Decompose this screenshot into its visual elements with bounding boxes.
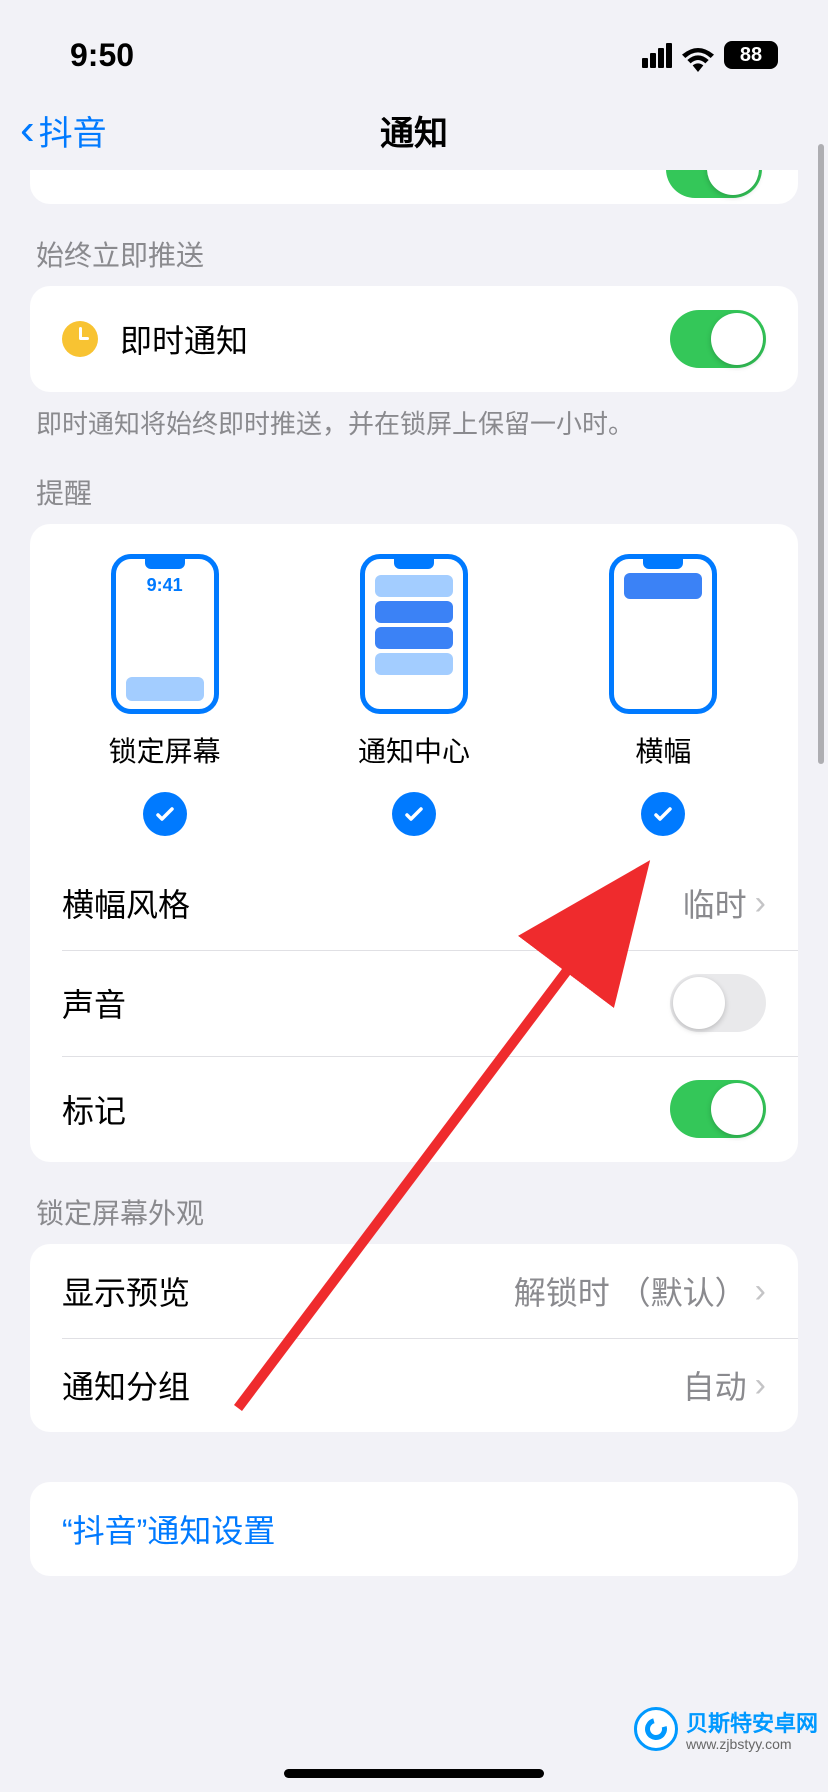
checkmark-icon [143,792,187,836]
chevron-right-icon: › [755,884,766,923]
alert-label: 通知中心 [358,730,470,770]
badges-row[interactable]: 标记 [30,1056,798,1162]
back-button[interactable]: ‹ 抖音 [20,105,107,155]
status-time: 9:50 [70,37,134,74]
nav-bar: ‹ 抖音 通知 [0,90,828,170]
app-notification-settings-row[interactable]: “抖音”通知设置 [30,1482,798,1576]
chevron-right-icon: › [755,1272,766,1311]
chevron-left-icon: ‹ [20,105,35,155]
allow-notifications-card-partial [30,170,798,204]
app-settings-card: “抖音”通知设置 [30,1482,798,1576]
watermark: 贝斯特安卓网 www.zjbstyy.com [634,1706,818,1752]
notification-grouping-row[interactable]: 通知分组 自动 › [30,1338,798,1432]
banner-style-row[interactable]: 横幅风格 临时 › [30,856,798,950]
watermark-brand: 贝斯特安卓网 [686,1706,818,1738]
watermark-logo-icon [634,1707,678,1751]
sound-toggle[interactable] [670,974,766,1032]
alert-option-banners[interactable]: 横幅 [540,554,787,836]
battery-icon: 88 [724,41,778,69]
app-settings-label: “抖音”通知设置 [62,1506,766,1552]
sound-row[interactable]: 声音 [30,950,798,1056]
lock-appearance-card: 显示预览 解锁时 （默认） › 通知分组 自动 › [30,1244,798,1432]
grouping-label: 通知分组 [62,1362,683,1408]
alert-label: 横幅 [635,730,691,770]
cellular-signal-icon [642,43,672,68]
alert-option-lock-screen[interactable]: 9:41 锁定屏幕 [41,554,288,836]
banner-preview-icon [609,554,717,714]
alerts-card: 9:41 锁定屏幕 通知中心 [30,524,798,1162]
clock-icon [62,321,98,357]
instant-toggle[interactable] [670,310,766,368]
back-label: 抖音 [39,106,107,155]
show-previews-value: 解锁时 （默认） [514,1268,747,1314]
grouping-value: 自动 [683,1362,747,1408]
instant-footer: 即时通知将始终即时推送，并在锁屏上保留一小时。 [0,392,828,442]
lock-appearance-header: 锁定屏幕外观 [0,1162,828,1244]
checkmark-icon [641,792,685,836]
alert-label: 锁定屏幕 [109,730,221,770]
status-bar: 9:50 88 [0,0,828,90]
banner-style-value: 临时 [683,880,747,926]
alert-style-row: 9:41 锁定屏幕 通知中心 [30,524,798,856]
alerts-header: 提醒 [0,442,828,524]
sound-label: 声音 [62,980,670,1026]
badges-toggle[interactable] [670,1080,766,1138]
watermark-url: www.zjbstyy.com [686,1736,818,1752]
alert-option-notification-center[interactable]: 通知中心 [291,554,538,836]
badges-label: 标记 [62,1086,670,1132]
home-indicator[interactable] [284,1769,544,1778]
page-title: 通知 [380,106,448,155]
instant-notifications-row[interactable]: 即时通知 [30,286,798,392]
instant-card: 即时通知 [30,286,798,392]
scrollbar-icon [818,144,824,764]
show-previews-label: 显示预览 [62,1268,514,1314]
scroll-content[interactable]: 始终立即推送 即时通知 即时通知将始终即时推送，并在锁屏上保留一小时。 提醒 9… [0,170,828,1792]
banner-style-label: 横幅风格 [62,880,683,926]
chevron-right-icon: › [755,1366,766,1405]
show-previews-row[interactable]: 显示预览 解锁时 （默认） › [30,1244,798,1338]
instant-header: 始终立即推送 [0,204,828,286]
allow-notifications-toggle[interactable] [666,170,762,198]
notification-center-preview-icon [360,554,468,714]
instant-label: 即时通知 [120,316,670,362]
lock-screen-preview-icon: 9:41 [111,554,219,714]
status-indicators: 88 [642,41,778,69]
allow-notifications-row-partial[interactable] [30,170,798,204]
checkmark-icon [392,792,436,836]
wifi-icon [682,43,714,67]
